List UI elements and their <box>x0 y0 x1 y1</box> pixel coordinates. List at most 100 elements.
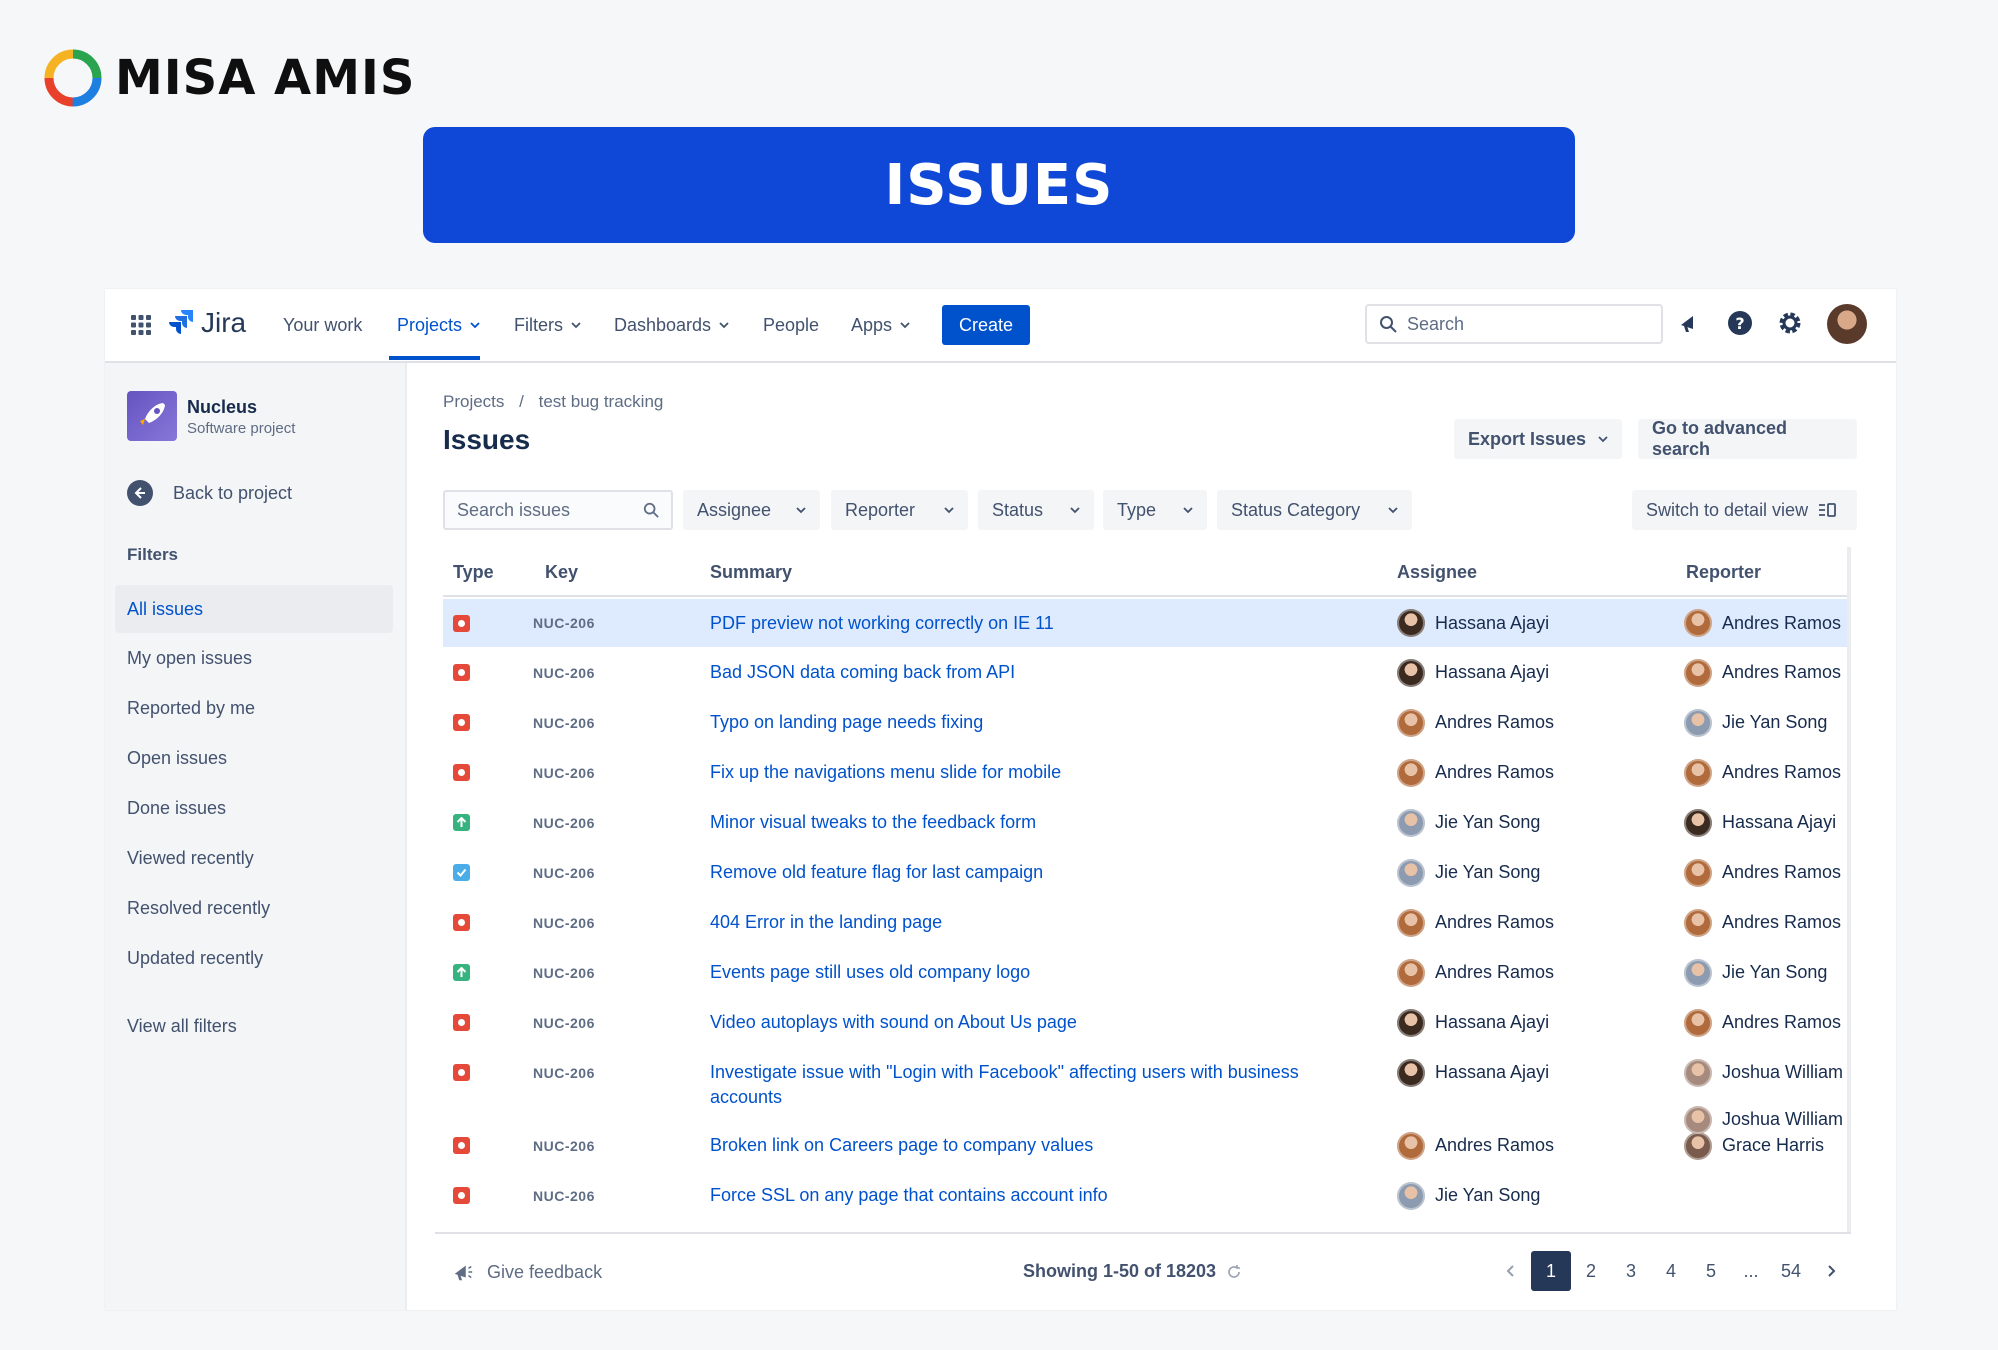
assignee-cell[interactable]: Andres Ramos <box>1397 898 1554 947</box>
sidebar-item-viewed-recently[interactable]: Viewed recently <box>115 834 393 882</box>
filter-assignee[interactable]: Assignee <box>683 490 820 530</box>
assignee-cell[interactable]: Jie Yan Song <box>1397 848 1540 897</box>
page-5[interactable]: 5 <box>1691 1251 1731 1291</box>
reporter-cell[interactable]: Joshua William <box>1684 1095 1851 1144</box>
next-page-button[interactable] <box>1811 1251 1851 1291</box>
issue-summary-link[interactable]: PDF preview not working correctly on IE … <box>710 599 1370 648</box>
table-row[interactable]: NUC-206 Video autoplays with sound on Abo… <box>443 998 1851 1047</box>
table-row[interactable]: NUC-206 Broken link on Careers page to co… <box>443 1121 1851 1170</box>
sidebar-view-all-filters[interactable]: View all filters <box>115 1002 393 1050</box>
table-row[interactable]: NUC-206 Minor visual tweaks to the feedba… <box>443 798 1851 847</box>
reporter-cell[interactable]: Andres Ramos <box>1684 898 1851 947</box>
settings-button[interactable] <box>1775 308 1805 338</box>
issue-key[interactable]: NUC-206 <box>533 998 595 1047</box>
switch-detail-view-button[interactable]: Switch to detail view <box>1632 490 1857 530</box>
refresh-icon[interactable] <box>1226 1264 1242 1280</box>
table-row[interactable]: NUC-206 Remove old feature flag for last … <box>443 848 1851 897</box>
reporter-cell[interactable]: Andres Ramos <box>1684 998 1851 1047</box>
issue-summary-link[interactable]: Video autoplays with sound on About Us p… <box>710 998 1370 1047</box>
table-row[interactable]: NUC-206 PDF preview not working correctly… <box>443 599 1851 647</box>
export-issues-button[interactable]: Export Issues <box>1454 419 1622 459</box>
give-feedback-link[interactable]: Give feedback <box>451 1261 602 1283</box>
table-row[interactable]: NUC-206 Events page still uses old compan… <box>443 948 1851 997</box>
reporter-cell[interactable]: Joshua William <box>1684 1048 1851 1097</box>
sidebar-item-reported-by-me[interactable]: Reported by me <box>115 684 393 732</box>
assignee-cell[interactable]: Hassana Ajayi <box>1397 599 1549 647</box>
assignee-cell[interactable]: Jie Yan Song <box>1397 1171 1540 1220</box>
breadcrumb-projects[interactable]: Projects <box>443 392 504 411</box>
issue-key[interactable]: NUC-206 <box>533 1171 595 1220</box>
assignee-cell[interactable]: Hassana Ajayi <box>1397 1048 1549 1097</box>
issue-key[interactable]: NUC-206 <box>533 599 595 647</box>
reporter-cell[interactable]: Jie Yan Song <box>1684 948 1851 997</box>
table-row[interactable]: NUC-206 Bad JSON data coming back from AP… <box>443 648 1851 697</box>
page-1[interactable]: 1 <box>1531 1251 1571 1291</box>
nav-people[interactable]: People <box>763 289 819 361</box>
page-54[interactable]: 54 <box>1771 1251 1811 1291</box>
issue-key[interactable]: NUC-206 <box>533 898 595 947</box>
sidebar-item-open-issues[interactable]: Open issues <box>115 734 393 782</box>
nav-dashboards[interactable]: Dashboards <box>614 289 729 361</box>
sidebar-item-all-issues[interactable]: All issues <box>115 585 393 633</box>
nav-filters[interactable]: Filters <box>514 289 581 361</box>
page-2[interactable]: 2 <box>1571 1251 1611 1291</box>
issue-key[interactable]: NUC-206 <box>533 848 595 897</box>
header-assignee[interactable]: Assignee <box>1397 547 1477 597</box>
notifications-button[interactable] <box>1675 308 1705 338</box>
breadcrumb-project[interactable]: test bug tracking <box>539 392 664 411</box>
table-row[interactable]: NUC-206 404 Error in the landing page Andr… <box>443 898 1851 947</box>
sidebar-item-done-issues[interactable]: Done issues <box>115 784 393 832</box>
issue-summary-link[interactable]: Investigate issue with "Login with Faceb… <box>710 1060 1370 1110</box>
issue-summary-link[interactable]: Broken link on Careers page to company v… <box>710 1121 1370 1170</box>
help-button[interactable]: ? <box>1725 308 1755 338</box>
issue-key[interactable]: NUC-206 <box>533 748 595 797</box>
nav-apps[interactable]: Apps <box>851 289 910 361</box>
app-switcher-icon[interactable] <box>131 315 151 335</box>
issue-summary-link[interactable]: Remove old feature flag for last campaig… <box>710 848 1370 897</box>
back-to-project-link[interactable]: Back to project <box>127 480 292 506</box>
nav-your-work[interactable]: Your work <box>283 289 362 361</box>
issue-summary-link[interactable]: Bad JSON data coming back from API <box>710 648 1370 697</box>
reporter-cell[interactable]: Andres Ramos <box>1684 599 1851 647</box>
assignee-cell[interactable]: Hassana Ajayi <box>1397 998 1549 1047</box>
table-row[interactable]: NUC-206 Force SSL on any page that contai… <box>443 1171 1851 1220</box>
sidebar-item-my-open-issues[interactable]: My open issues <box>115 634 393 682</box>
header-key[interactable]: Key <box>545 547 578 597</box>
advanced-search-button[interactable]: Go to advanced search <box>1638 418 1857 459</box>
issue-key[interactable]: NUC-206 <box>533 648 595 697</box>
issue-summary-link[interactable]: Minor visual tweaks to the feedback form <box>710 798 1370 847</box>
issue-summary-link[interactable]: Events page still uses old company logo <box>710 948 1370 997</box>
issue-summary-link[interactable]: Typo on landing page needs fixing <box>710 698 1370 747</box>
create-button[interactable]: Create <box>942 305 1030 345</box>
issue-summary-link[interactable]: 404 Error in the landing page <box>710 898 1370 947</box>
reporter-cell[interactable]: Andres Ramos <box>1684 748 1851 797</box>
assignee-cell[interactable]: Andres Ramos <box>1397 748 1554 797</box>
filter-reporter[interactable]: Reporter <box>831 490 968 530</box>
reporter-cell[interactable]: Jie Yan Song <box>1684 698 1851 747</box>
page-3[interactable]: 3 <box>1611 1251 1651 1291</box>
reporter-cell[interactable]: Andres Ramos <box>1684 848 1851 897</box>
jira-logo[interactable]: Jira <box>169 307 246 339</box>
issue-key[interactable]: NUC-206 <box>533 798 595 847</box>
user-avatar[interactable] <box>1827 304 1867 344</box>
reporter-cell[interactable]: Hassana Ajayi <box>1684 798 1851 847</box>
filter-status-category[interactable]: Status Category <box>1217 490 1412 530</box>
sidebar-item-resolved-recently[interactable]: Resolved recently <box>115 884 393 932</box>
assignee-cell[interactable]: Hassana Ajayi <box>1397 648 1549 697</box>
prev-page-button[interactable] <box>1491 1251 1531 1291</box>
assignee-cell[interactable]: Andres Ramos <box>1397 698 1554 747</box>
filter-type[interactable]: Type <box>1103 490 1207 530</box>
assignee-cell[interactable]: Andres Ramos <box>1397 1121 1554 1170</box>
table-scrollbar[interactable] <box>1847 547 1851 1232</box>
table-row[interactable]: NUC-206 Investigate issue with "Login wit… <box>443 1048 1851 1118</box>
header-summary[interactable]: Summary <box>710 547 792 597</box>
nav-projects[interactable]: Projects <box>397 289 480 361</box>
issue-key[interactable]: NUC-206 <box>533 1048 595 1097</box>
table-row[interactable]: NUC-206 Typo on landing page needs fixing… <box>443 698 1851 747</box>
issue-key[interactable]: NUC-206 <box>533 948 595 997</box>
assignee-cell[interactable]: Andres Ramos <box>1397 948 1554 997</box>
global-search-input[interactable]: Search <box>1365 304 1663 344</box>
issue-key[interactable]: NUC-206 <box>533 1121 595 1170</box>
sidebar-item-updated-recently[interactable]: Updated recently <box>115 934 393 982</box>
table-row[interactable]: NUC-206 Fix up the navigations menu slide… <box>443 748 1851 797</box>
